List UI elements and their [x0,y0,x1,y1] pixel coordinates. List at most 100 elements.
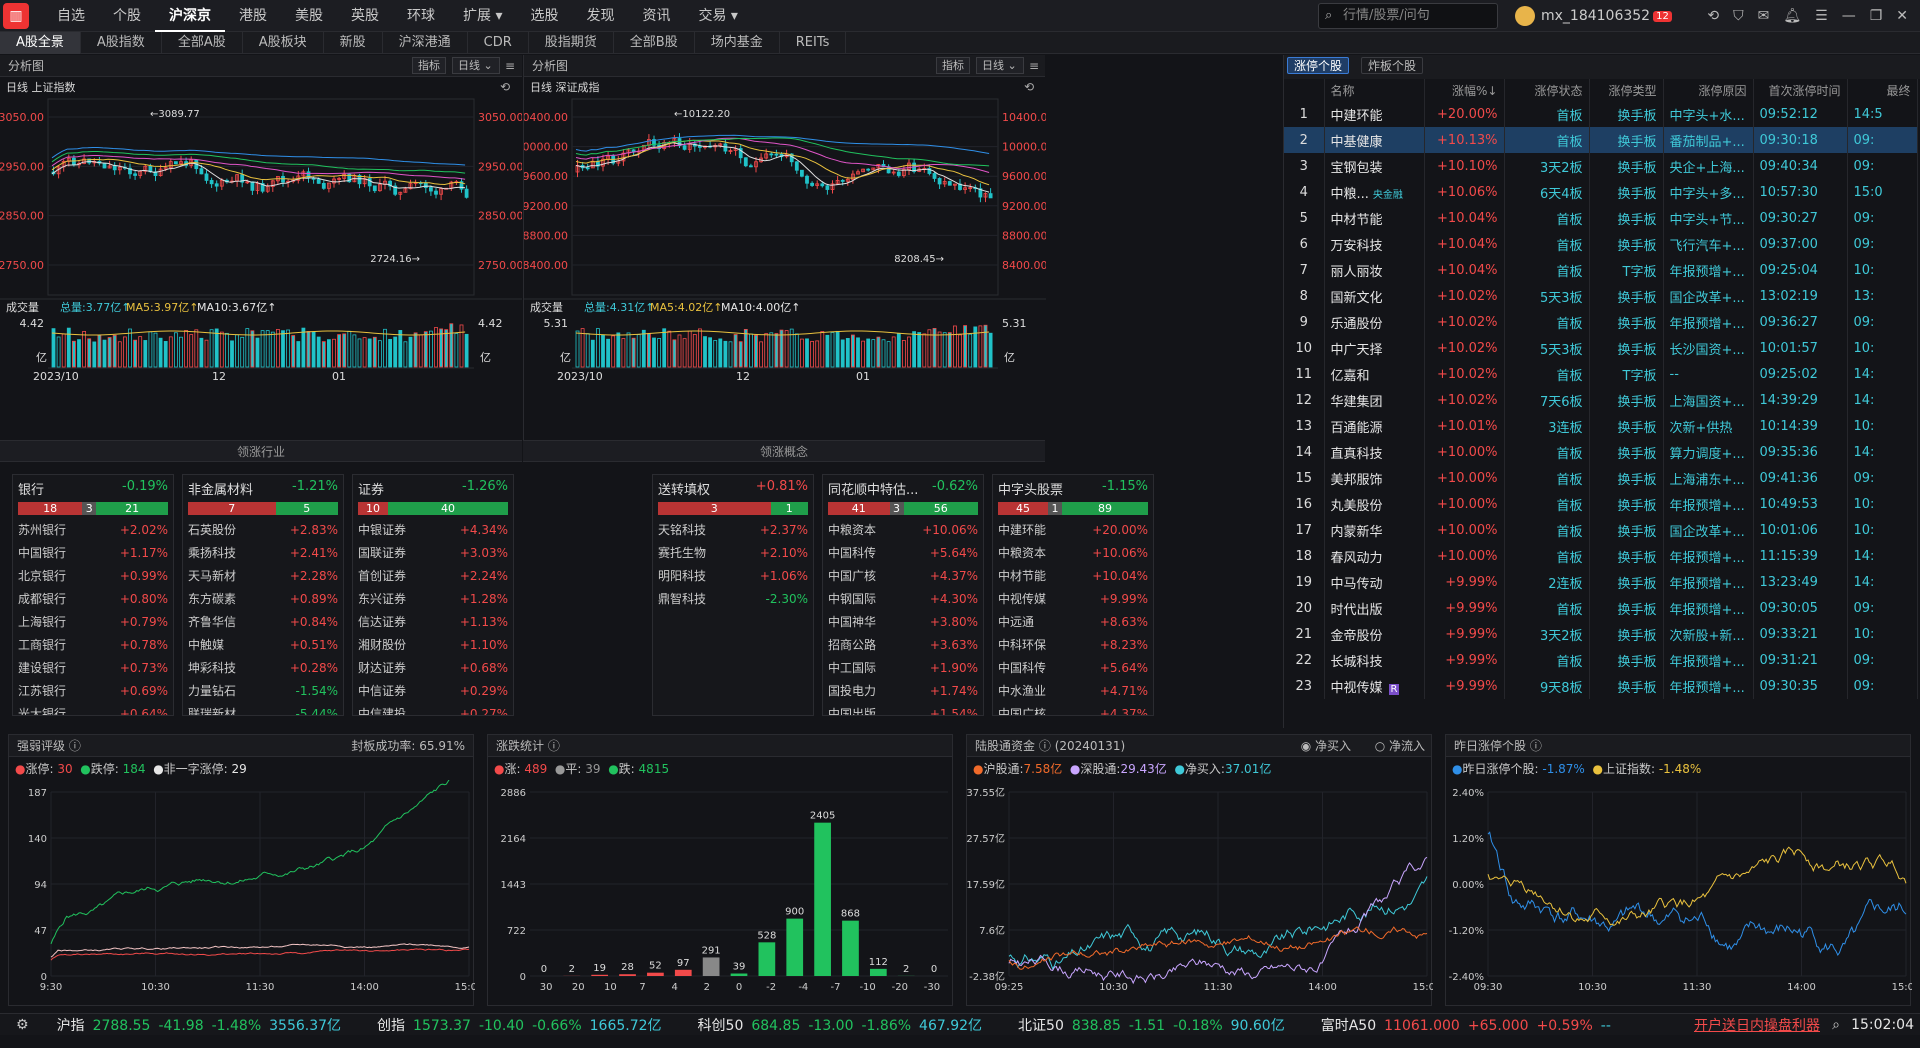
table-row[interactable]: 5 中材节能 +10.04% 首板 换手板 中字头+节... 09:30:27 09: [1284,205,1918,231]
subtab[interactable]: A股全景 [0,32,81,54]
stock-row[interactable]: 上海银行 +0.79% [13,611,173,634]
refresh-icon[interactable]: ⟲ [1707,8,1719,24]
stock-row[interactable]: 力量钻石 -1.54% [183,680,343,703]
table-row[interactable]: 9 乐通股份 +10.02% 首板 换手板 年报预增+... 09:36:27 09: [1284,309,1918,335]
table-row[interactable]: 8 国新文化 +10.02% 5天3板 换手板 国企改革+... 13:02:19 13: [1284,283,1918,309]
sector-card[interactable]: 非金属材料 -1.21% 7 5 石英股份 +2.83% 乘扬科技 +2.41% 天马新材 +2.… [182,474,344,716]
stock-row[interactable]: 信达证券 +1.13% [353,611,513,634]
table-row[interactable]: 4 中粮... 央金融 +10.06% 6天4板 换手板 中字头+多... 10:57:30 1… [1284,179,1918,205]
hsgt-chart[interactable]: 37.55亿27.57亿17.59亿7.6亿-2.38亿09:25 10:30 11… [966,780,1441,1008]
stock-row[interactable]: 中钢国际 +4.30% [823,588,983,611]
sector-name[interactable]: 送转填权 [658,479,710,498]
index-ticker[interactable]: 北证50 838.85 -1.51 -0.18% 90.60亿 [1018,1015,1293,1035]
sector-card[interactable]: 银行 -0.19% 18 3 21 苏州银行 +2.02% 中国银行 +1.17% 北京银行 +0.… [12,474,174,716]
info-icon[interactable]: ⓘ [69,739,81,753]
stock-row[interactable]: 成都银行 +0.80% [13,588,173,611]
column-header[interactable]: 涨停状态 [1504,79,1590,101]
stock-row[interactable]: 首创证券 +2.24% [353,565,513,588]
table-row[interactable]: 10 中广天择 +10.02% 5天3板 换手板 长沙国资+... 10:01:57 10: [1284,335,1918,361]
stock-row[interactable]: 中材节能 +10.04% [993,565,1153,588]
stock-row[interactable]: 齐鲁华信 +0.84% [183,611,343,634]
tab-limit-up[interactable]: 涨停个股 [1287,57,1350,74]
stock-row[interactable]: 中触媒 +0.51% [183,634,343,657]
stock-row[interactable]: 湘财股份 +1.10% [353,634,513,657]
menu-icon[interactable]: ≡ [505,55,515,77]
stock-row[interactable]: 中银证券 +4.34% [353,519,513,542]
skin-icon[interactable]: ⛉ [1733,8,1744,24]
stock-row[interactable]: 光大银行 +0.64% [13,703,173,715]
stock-row[interactable]: 中国科传 +5.64% [993,657,1153,680]
stock-row[interactable]: 中视传媒 +9.99% [993,588,1153,611]
table-row[interactable]: 2 中基健康 +10.13% 首板 换手板 番茄制品+... 09:30:18 09: [1284,127,1918,153]
stock-row[interactable]: 中水渔业 +4.71% [993,680,1153,703]
kline-chart[interactable]: 日线 深证成指 ⟲ 10400.00 10400.00 10000.00 10000.00… [524,77,1046,448]
subtab[interactable]: REITs [780,32,847,54]
table-row[interactable]: 7 丽人丽妆 +10.04% 首板 T字板 年报预增+... 09:25:04 10: [1284,257,1918,283]
minimize-icon[interactable]: — [1842,8,1856,24]
table-row[interactable]: 16 丸美股份 +10.00% 首板 换手板 年报预增+... 10:49:53 10: [1284,491,1918,517]
stock-row[interactable]: 中国银行 +1.17% [13,542,173,565]
tab-broken-limit[interactable]: 炸板个股 [1361,57,1424,74]
sector-card[interactable]: 证券 -1.26% 10 40 中银证券 +4.34% 国联证券 +3.03% 首创证券 +2.2… [352,474,514,716]
strength-chart[interactable]: 187140944709:3010:3011:3014:0015:00 [9,766,483,1008]
index-ticker[interactable]: 创指 1573.37 -10.40 -0.66% 1665.72亿 [377,1015,669,1035]
subtab[interactable]: A股指数 [81,32,162,54]
subtab[interactable]: 沪深港通 [383,32,468,54]
stock-row[interactable]: 中国广核 +4.37% [823,565,983,588]
subtab[interactable]: 全部A股 [162,32,243,54]
table-row[interactable]: 12 华建集团 +10.02% 7天6板 换手板 上海国资+... 14:39:29 14: [1284,387,1918,413]
stock-row[interactable]: 中国出版 +1.54% [823,703,983,715]
nav-item[interactable]: 美股 [281,0,337,32]
avatar[interactable] [1515,6,1535,26]
stock-row[interactable]: 国投电力 +1.74% [823,680,983,703]
column-header[interactable]: 涨停原因 [1663,79,1754,101]
nav-item[interactable]: 环球 [393,0,449,32]
promo-link[interactable]: 开户送日内操盘利器 [1694,1015,1820,1035]
table-row[interactable]: 21 金帝股份 +9.99% 3天2板 换手板 次新股+新... 09:33:21 10: [1284,621,1918,647]
column-header[interactable]: 首次涨停时间 [1753,79,1848,101]
column-header[interactable]: 最终 [1847,79,1918,101]
sector-name[interactable]: 同花顺中特估... [828,479,918,498]
nav-item[interactable]: 沪深京 [155,0,225,32]
info-icon[interactable]: ⓘ [1530,739,1542,753]
stock-row[interactable]: 苏州银行 +2.02% [13,519,173,542]
username[interactable]: mx_184106352 [1541,8,1650,24]
sector-card[interactable]: 中字头股票 -1.15% 45 1 89 中建环能 +20.00% 中粮资本 +10.06% 中材… [992,474,1154,716]
close-icon[interactable]: ✕ [1896,8,1908,24]
stock-row[interactable]: 中国神华 +3.80% [823,611,983,634]
table-row[interactable]: 13 百通能源 +10.01% 3连板 换手板 次新+供热 10:14:39 10: [1284,413,1918,439]
stock-row[interactable]: 中国科传 +5.64% [823,542,983,565]
table-row[interactable]: 17 内蒙新华 +10.00% 首板 换手板 国企改革+... 10:01:06 10: [1284,517,1918,543]
info-icon[interactable]: ⓘ [1039,739,1051,753]
column-header[interactable]: 名称 [1324,79,1425,101]
nav-item[interactable]: 自选 [43,0,99,32]
sector-name[interactable]: 银行 [18,479,44,498]
net-inflow-radio[interactable]: ○ 净流入 [1375,735,1425,757]
nav-item[interactable]: 交易 ▾ [684,0,751,32]
period-select[interactable]: 日线 ⌄ [976,57,1024,74]
table-row[interactable]: 14 直真科技 +10.00% 首板 换手板 算力调度+... 09:35:36 14: [1284,439,1918,465]
stock-row[interactable]: 明阳科技 +1.06% [653,565,813,588]
nav-item[interactable]: 扩展 ▾ [449,0,516,32]
nav-item[interactable]: 港股 [225,0,281,32]
subtab[interactable]: 股指期货 [529,32,614,54]
sector-name[interactable]: 证券 [358,479,384,498]
stock-row[interactable]: 联瑞新材 -5.44% [183,703,343,715]
mail-icon[interactable]: ✉ [1758,8,1770,24]
index-ticker[interactable]: 沪指 2788.55 -41.98 -1.48% 3556.37亿 [57,1015,349,1035]
subtab[interactable]: A股板块 [243,32,324,54]
nav-item[interactable]: 资讯 [628,0,684,32]
stock-row[interactable]: 天马新材 +2.28% [183,565,343,588]
stock-row[interactable]: 北京银行 +0.99% [13,565,173,588]
stock-row[interactable]: 天铭科技 +2.37% [653,519,813,542]
yest-chart[interactable]: 2.40%1.20%0.00%-1.20%-2.40%09:30 10:30 11:… [1446,780,1920,1008]
stock-row[interactable]: 中信证券 +0.29% [353,680,513,703]
index-ticker[interactable]: 富时A50 11061.000 +65.000 +0.59% -- [1321,1015,1619,1035]
search-input[interactable]: ⌕ 行情/股票/问句 [1318,3,1498,29]
app-logo[interactable]: ▥ [3,2,29,29]
subtab[interactable]: 新股 [324,32,383,54]
indicator-button[interactable]: 指标 [412,57,446,74]
menu-icon[interactable]: ☰ [1815,8,1828,24]
subtab[interactable]: CDR [468,32,529,54]
stock-row[interactable]: 中工国际 +1.90% [823,657,983,680]
